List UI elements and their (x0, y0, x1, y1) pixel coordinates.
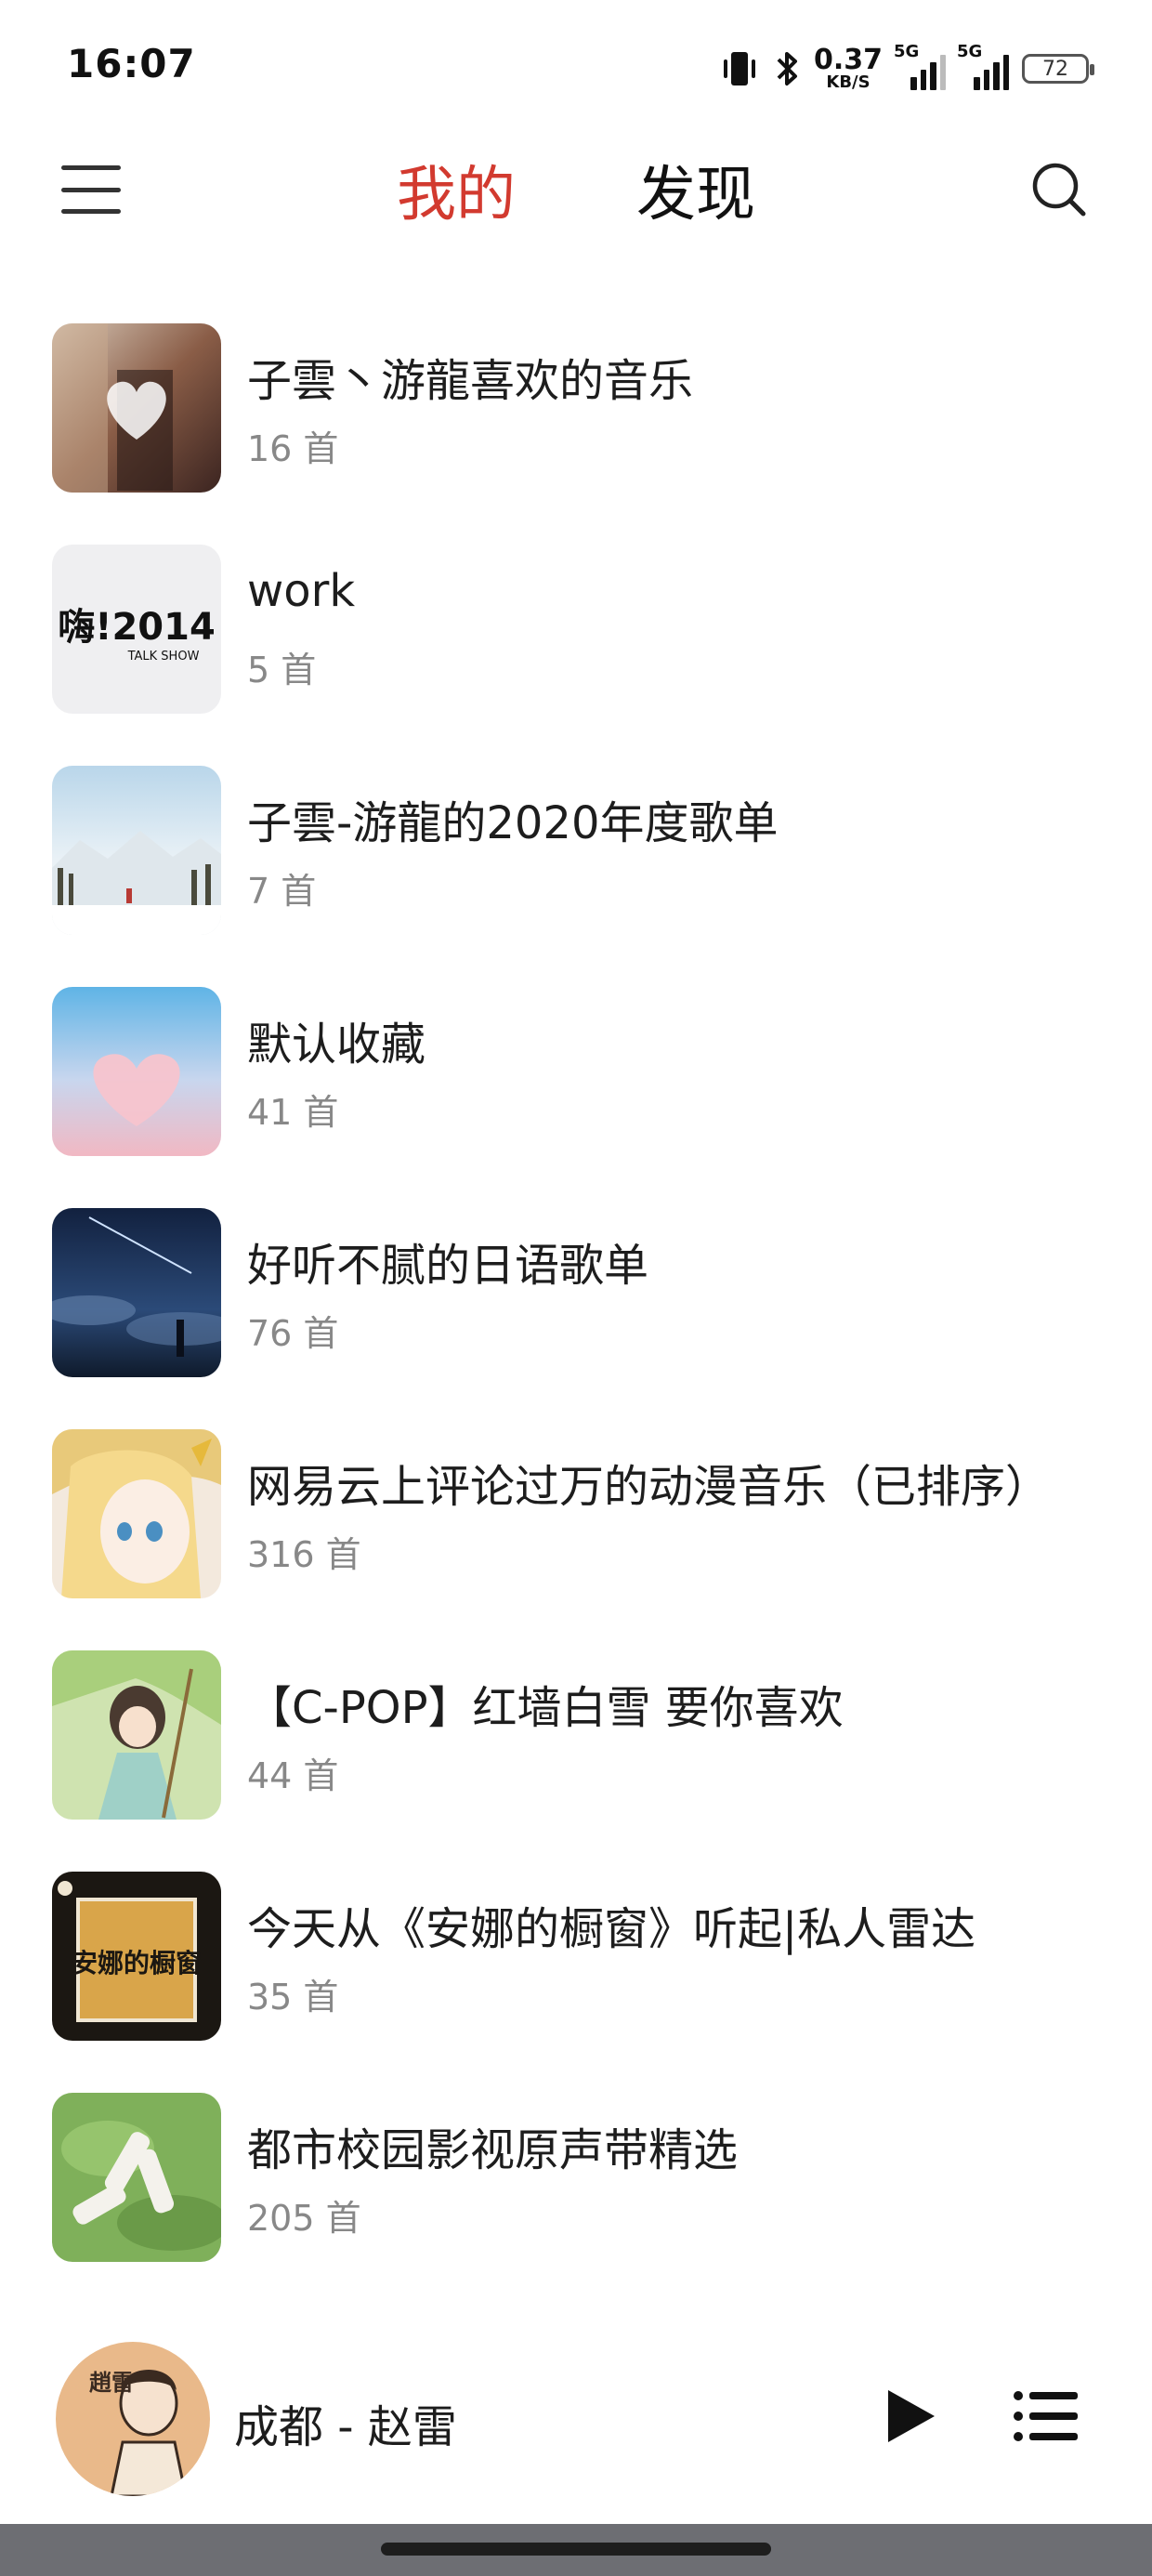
now-playing-cover[interactable]: 趙雷 (56, 2342, 210, 2496)
anna-cover-text: 安娜的橱窗 (72, 1948, 202, 1978)
battery-level: 72 (1042, 57, 1068, 81)
top-tabs: 我的 发现 (0, 149, 1152, 242)
playlist-item-2020[interactable]: 子雲-游龍的2020年度歌单 7 首 (0, 766, 1152, 987)
network-speed: 0.37 KB/S (814, 46, 883, 91)
playlist-count: 16 首 (247, 428, 339, 469)
battery-icon: 72 (1022, 54, 1094, 84)
signal-sim2-icon: 5G (957, 42, 1009, 90)
sim2-tag: 5G (957, 42, 983, 61)
playlist-item-default[interactable]: 默认收藏 41 首 (0, 987, 1152, 1208)
work-cover-text: 嗨!2014 (58, 606, 216, 649)
playlist-count: 205 首 (247, 2198, 361, 2239)
search-icon[interactable] (1029, 160, 1089, 219)
top-header: 我的 发现 (0, 149, 1152, 242)
play-icon[interactable] (877, 2385, 940, 2448)
avatar-text: 趙雷 (89, 2369, 134, 2396)
playlist-title: 今天从《安娜的橱窗》听起|私人雷达 (247, 1903, 976, 1955)
status-icons: 0.37 KB/S 5G 5G 72 (719, 42, 1094, 95)
tab-discover[interactable]: 发现 (636, 149, 755, 242)
net-speed-unit: KB/S (826, 72, 871, 92)
playlist-count: 76 首 (247, 1313, 339, 1354)
playlist-title: work (247, 565, 356, 617)
playlist-count: 41 首 (247, 1092, 339, 1133)
status-bar: 16:07 0.37 KB/S 5G 5G 72 (0, 0, 1152, 130)
playlist-cover: 嗨!2014 TALK SHOW (52, 545, 221, 714)
playlist-count: 316 首 (247, 1534, 361, 1575)
playlist-title: 【C-POP】红墙白雪 要你喜欢 (247, 1682, 844, 1734)
clock: 16:07 (67, 41, 196, 86)
now-playing-title[interactable]: 成都 - 赵雷 (234, 2390, 457, 2455)
home-indicator[interactable] (381, 2543, 771, 2556)
playlist-item-cpop[interactable]: 【C-POP】红墙白雪 要你喜欢 44 首 (0, 1650, 1152, 1872)
playlist-queue-icon[interactable] (1013, 2390, 1078, 2442)
playlist-title: 都市校园影视原声带精选 (247, 2124, 739, 2176)
playlist-title: 好听不腻的日语歌单 (247, 1240, 649, 1292)
playlist-cover (52, 987, 221, 1156)
playlist-item-liked[interactable]: 子雲丶游龍喜欢的音乐 16 首 (0, 323, 1152, 545)
playlist-cover (52, 2093, 221, 2262)
sim1-tag: 5G (894, 42, 920, 61)
playlist-title: 子雲丶游龍喜欢的音乐 (247, 355, 694, 407)
playlist-item-work[interactable]: 嗨!2014 TALK SHOW work 5 首 (0, 545, 1152, 766)
playlist-list: 子雲丶游龍喜欢的音乐 16 首 嗨!2014 TALK SHOW work 5 … (0, 323, 1152, 2314)
playlist-title: 子雲-游龍的2020年度歌单 (247, 797, 779, 849)
playlist-title: 默认收藏 (247, 1019, 426, 1071)
playlist-cover (52, 1650, 221, 1820)
bluetooth-icon (777, 52, 797, 85)
playlist-cover: 安娜的橱窗 (52, 1872, 221, 2041)
work-cover-subtext: TALK SHOW (127, 650, 200, 664)
tab-mine[interactable]: 我的 (397, 149, 516, 242)
playlist-title: 网易云上评论过万的动漫音乐（已排序） (247, 1461, 1051, 1513)
playlist-count: 7 首 (247, 871, 317, 912)
mini-player[interactable]: 趙雷 成都 - 赵雷 (0, 2323, 1152, 2509)
playlist-count: 35 首 (247, 1977, 339, 2017)
vibrate-icon (723, 52, 755, 85)
playlist-cover (52, 323, 221, 493)
playlist-count: 44 首 (247, 1755, 339, 1796)
playlist-cover (52, 1208, 221, 1377)
net-speed-value: 0.37 (813, 44, 883, 76)
playlist-item-anna[interactable]: 安娜的橱窗 今天从《安娜的橱窗》听起|私人雷达 35 首 (0, 1872, 1152, 2093)
playlist-item-anime[interactable]: 网易云上评论过万的动漫音乐（已排序） 316 首 (0, 1429, 1152, 1650)
playlist-count: 5 首 (247, 650, 317, 690)
playlist-cover (52, 1429, 221, 1598)
playlist-item-japanese[interactable]: 好听不腻的日语歌单 76 首 (0, 1208, 1152, 1429)
playlist-cover (52, 766, 221, 935)
playlist-item-campus[interactable]: 都市校园影视原声带精选 205 首 (0, 2093, 1152, 2314)
signal-sim1-icon: 5G (894, 42, 946, 90)
